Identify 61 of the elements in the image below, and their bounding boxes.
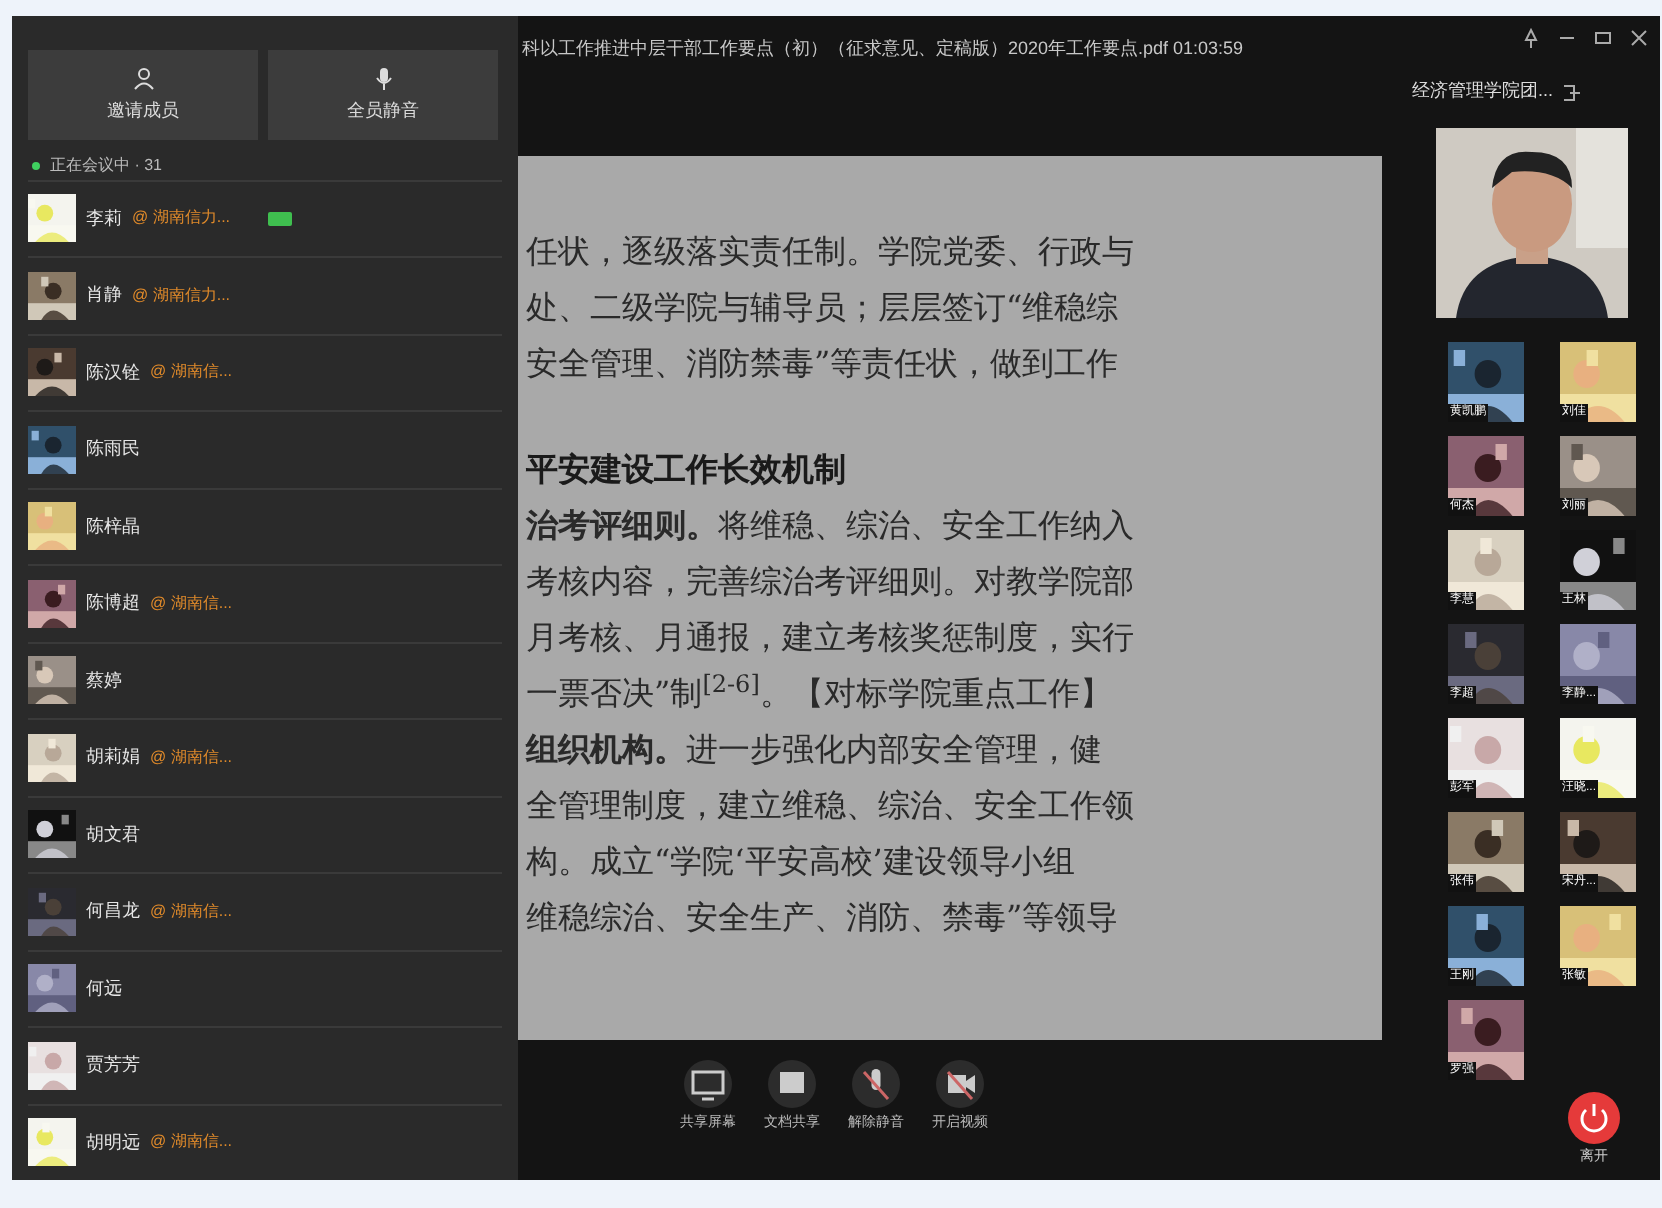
member-organization: @ 湖南信... — [150, 360, 233, 385]
document-text: 安全管理、消防禁毒”等责任状，做到工作 — [526, 342, 1121, 386]
member-row[interactable]: 陈雨民 — [28, 410, 502, 487]
member-organization: @ 湖南信力... — [132, 206, 231, 231]
document-text: 全管理制度，建立维稳、综治、安全工作领 — [526, 784, 1136, 828]
window-title: 科以工作推进中层干部工作要点（初）（征求意见、定稿版）2020年工作要点.pdf 01:03:59 — [522, 36, 1244, 62]
muted-microphone-icon — [852, 1060, 900, 1108]
meeting-name: 经济管理学院团... — [1412, 78, 1554, 105]
member-name: 贾芳芳 — [86, 1052, 140, 1078]
member-row[interactable]: 何远 — [28, 949, 502, 1026]
document-text: 维稳综治、安全生产、消防、禁毒”等领导 — [526, 896, 1121, 940]
leave-button[interactable] — [1568, 1091, 1620, 1143]
member-name: 胡明远 — [86, 1129, 140, 1155]
document-text: 月考核、月通报，建立考核奖惩制度，实行 — [526, 616, 1136, 660]
member-name: 陈雨民 — [86, 436, 140, 462]
monitor-icon — [684, 1060, 732, 1108]
document-text: 组织机构。进一步强化内部安全管理，健 — [526, 728, 1104, 772]
document-text: 考核内容，完善综治考评细则。对教学院部 — [526, 560, 1136, 604]
microphone-icon — [373, 65, 393, 90]
member-name: 何昌龙 — [86, 898, 140, 924]
member-name: 胡莉娟 — [86, 744, 140, 770]
document-text: 处、二级学院与辅导员；层层签订“维稳综 — [526, 286, 1121, 330]
close-icon[interactable] — [1630, 28, 1648, 48]
document-text: 任状，逐级落实责任制。学院党委、行政与 — [526, 230, 1136, 274]
member-row[interactable]: 胡文君 — [28, 795, 502, 872]
member-organization: @ 湖南信力... — [132, 283, 231, 308]
member-row[interactable]: 贾芳芳 — [28, 1026, 502, 1103]
maximize-icon[interactable] — [1594, 28, 1612, 48]
member-organization: @ 湖南信... — [150, 1130, 233, 1155]
member-name: 李莉 — [86, 205, 122, 231]
member-name: 陈汉铨 — [86, 359, 140, 385]
document-text: 构。成立“学院‘平安高校’建设领导小组 — [526, 840, 1077, 884]
document-heading: 平安建设工作长效机制 — [526, 448, 848, 492]
member-row[interactable]: 肖静 @ 湖南信力... — [28, 256, 502, 333]
invite-button[interactable]: 邀请成员 — [28, 50, 258, 140]
document-text: 治考评细则。将维稳、综治、安全工作纳入 — [526, 504, 1136, 548]
camera-off-icon — [936, 1060, 984, 1108]
member-name: 陈梓晶 — [86, 513, 140, 539]
mute-all-button[interactable]: 全员静音 — [268, 50, 498, 140]
member-name: 蔡婷 — [86, 667, 122, 693]
member-row[interactable]: 李莉 @ 湖南信力... — [28, 179, 502, 256]
member-name: 胡文君 — [86, 821, 140, 847]
member-row[interactable]: 陈博超 @ 湖南信... — [28, 564, 502, 641]
member-row[interactable]: 胡莉娟 @ 湖南信... — [28, 718, 502, 795]
document-text: 一票否决”制$^{[2-6]}$。【对标学院重点工作】 — [526, 670, 1114, 716]
member-organization: @ 湖南信... — [150, 745, 233, 770]
exit-icon[interactable] — [1561, 83, 1580, 101]
pin-icon[interactable] — [1522, 28, 1540, 48]
person-icon — [131, 65, 155, 90]
member-name: 何远 — [86, 975, 122, 1001]
member-organization: @ 湖南信... — [150, 899, 233, 924]
member-organization: @ 湖南信... — [150, 591, 233, 616]
member-row[interactable]: 蔡婷 — [28, 641, 502, 718]
member-row[interactable]: 何昌龙 @ 湖南信... — [28, 872, 502, 949]
member-count: 正在会议中 · 31 — [50, 153, 163, 178]
window-icon — [768, 1060, 816, 1108]
member-name: 陈博超 — [86, 590, 140, 616]
member-row[interactable]: 陈汉铨 @ 湖南信... — [28, 333, 502, 410]
member-name: 肖静 — [86, 282, 122, 308]
member-row[interactable]: 胡明远 @ 湖南信... — [28, 1103, 502, 1180]
member-row[interactable]: 陈梓晶 — [28, 487, 502, 564]
